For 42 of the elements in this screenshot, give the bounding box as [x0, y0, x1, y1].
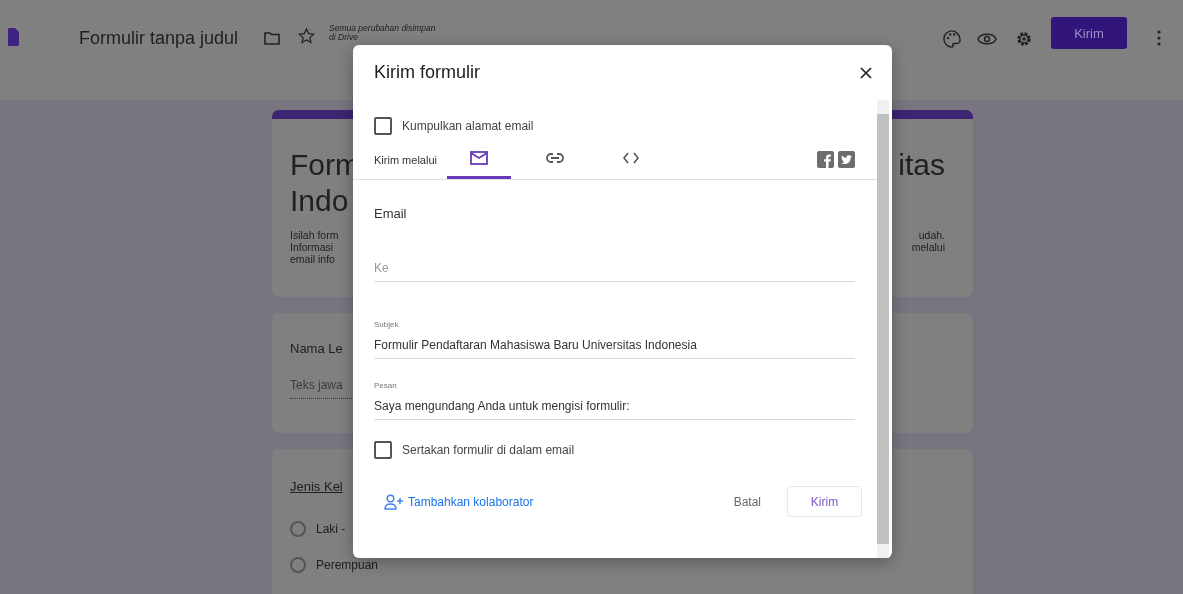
code-icon[interactable] [622, 152, 639, 164]
checkbox-label[interactable]: Kumpulkan alamat email [402, 119, 534, 133]
scrollbar[interactable] [877, 100, 889, 558]
settings-icon[interactable] [1015, 30, 1033, 48]
dialog-title: Kirim formulir [374, 62, 480, 83]
send-button[interactable]: Kirim [787, 486, 862, 517]
field-label: Subjek [374, 320, 400, 329]
palette-icon[interactable] [943, 30, 961, 48]
more-icon[interactable] [1157, 30, 1161, 46]
cancel-button[interactable]: Batal [727, 493, 767, 510]
option-label[interactable]: Perempuan [316, 558, 379, 572]
form-description[interactable]: Isilah form [290, 229, 339, 241]
envelope-icon[interactable] [469, 151, 488, 165]
form-heading[interactable]: itas [898, 147, 945, 183]
document-icon[interactable] [8, 28, 19, 46]
question-label[interactable]: Jenis Kel [290, 479, 343, 494]
field-label: Pesan [374, 381, 398, 390]
checkbox[interactable] [374, 441, 392, 459]
link-icon[interactable] [545, 153, 564, 163]
eye-icon[interactable] [977, 32, 997, 46]
section-title: Email [374, 206, 408, 221]
checkbox[interactable] [374, 117, 392, 135]
twitter-icon[interactable] [838, 151, 855, 168]
facebook-icon[interactable] [817, 151, 834, 168]
checkbox-label[interactable]: Sertakan formulir di dalam email [402, 443, 575, 457]
question-label[interactable]: Nama Le [290, 341, 343, 356]
form-description[interactable]: udah. [918, 229, 945, 241]
form-description[interactable]: email info [290, 253, 335, 265]
form-description[interactable]: melalui [911, 241, 945, 253]
add-person-icon[interactable] [384, 493, 404, 510]
option-label[interactable]: Laki - [316, 522, 346, 536]
folder-icon[interactable] [264, 32, 281, 45]
send-via-label: Kirim melalui [374, 153, 437, 166]
star-icon[interactable] [298, 28, 316, 44]
form-description[interactable]: Informasi [290, 241, 334, 253]
add-collaborators-link[interactable]: Tambahkan kolaborator [384, 493, 534, 510]
send-button[interactable]: Kirim [1051, 17, 1127, 49]
radio-button[interactable] [290, 521, 306, 537]
radio-button[interactable] [290, 557, 306, 573]
close-icon[interactable] [860, 66, 872, 79]
save-status: Semua perubahan disimpan di Drive [329, 24, 437, 42]
form-title[interactable]: Formulir tanpa judul [79, 28, 239, 49]
